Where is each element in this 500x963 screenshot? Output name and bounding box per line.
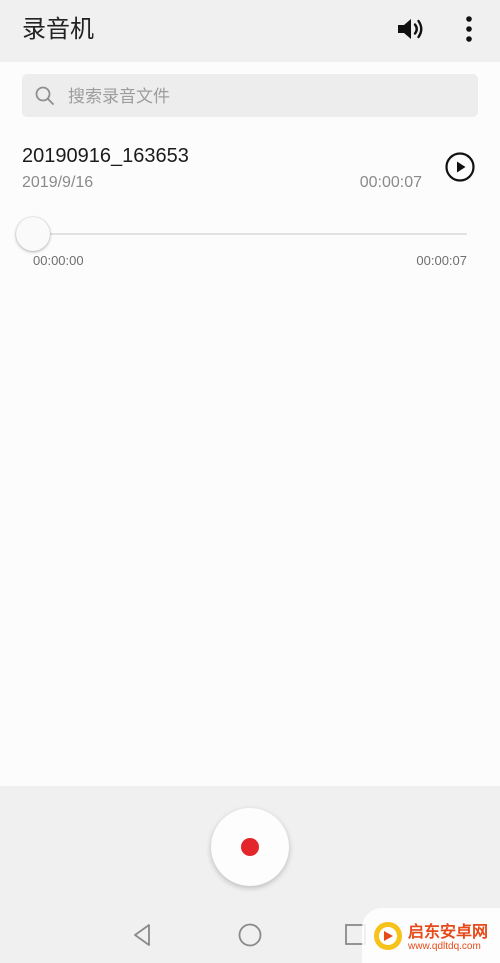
watermark: 启东安卓网 www.qdltdq.com (362, 908, 500, 963)
seek-thumb[interactable] (16, 217, 50, 251)
home-icon[interactable] (236, 921, 264, 949)
app-title: 录音机 (22, 15, 94, 43)
back-icon[interactable] (129, 921, 157, 949)
record-button[interactable] (211, 808, 289, 886)
recording-date: 2019/9/16 (22, 174, 94, 191)
recording-name: 20190916_163653 (22, 145, 189, 167)
speaker-icon (398, 19, 423, 39)
total-time: 00:00:07 (416, 253, 467, 268)
search-input[interactable] (66, 74, 470, 119)
watermark-name: 启东安卓网 (408, 922, 489, 941)
seek-track[interactable] (33, 233, 467, 235)
record-dot-icon (241, 838, 259, 856)
app-bar: 录音机 (0, 0, 500, 62)
search-icon (35, 86, 54, 105)
play-icon[interactable] (444, 151, 476, 183)
elapsed-time: 00:00:00 (33, 253, 84, 268)
search-bar[interactable] (22, 74, 478, 119)
recording-duration: 00:00:07 (359, 174, 422, 191)
speaker-button[interactable] (392, 12, 430, 46)
watermark-url: www.qdltdq.com (408, 941, 481, 952)
more-options-button[interactable] (455, 12, 483, 46)
watermark-logo-icon (374, 922, 402, 950)
more-vert-icon (466, 16, 472, 42)
